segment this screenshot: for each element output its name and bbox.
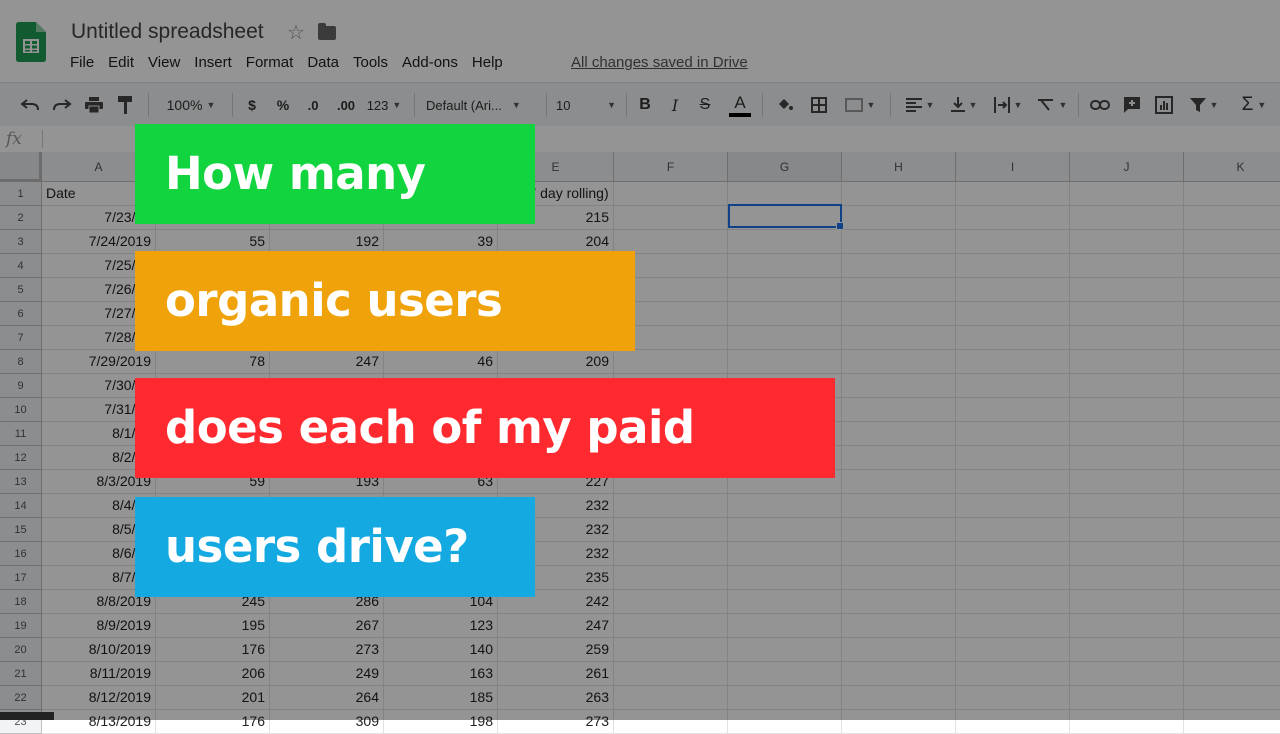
headline-line-1: How many — [135, 124, 535, 224]
headline-line-2: organic users — [135, 251, 635, 351]
headline-line-3: does each of my paid — [135, 378, 835, 478]
dim-overlay — [0, 0, 1280, 720]
headline-line-4: users drive? — [135, 497, 535, 597]
sheet-tab-strip[interactable] — [0, 712, 54, 720]
